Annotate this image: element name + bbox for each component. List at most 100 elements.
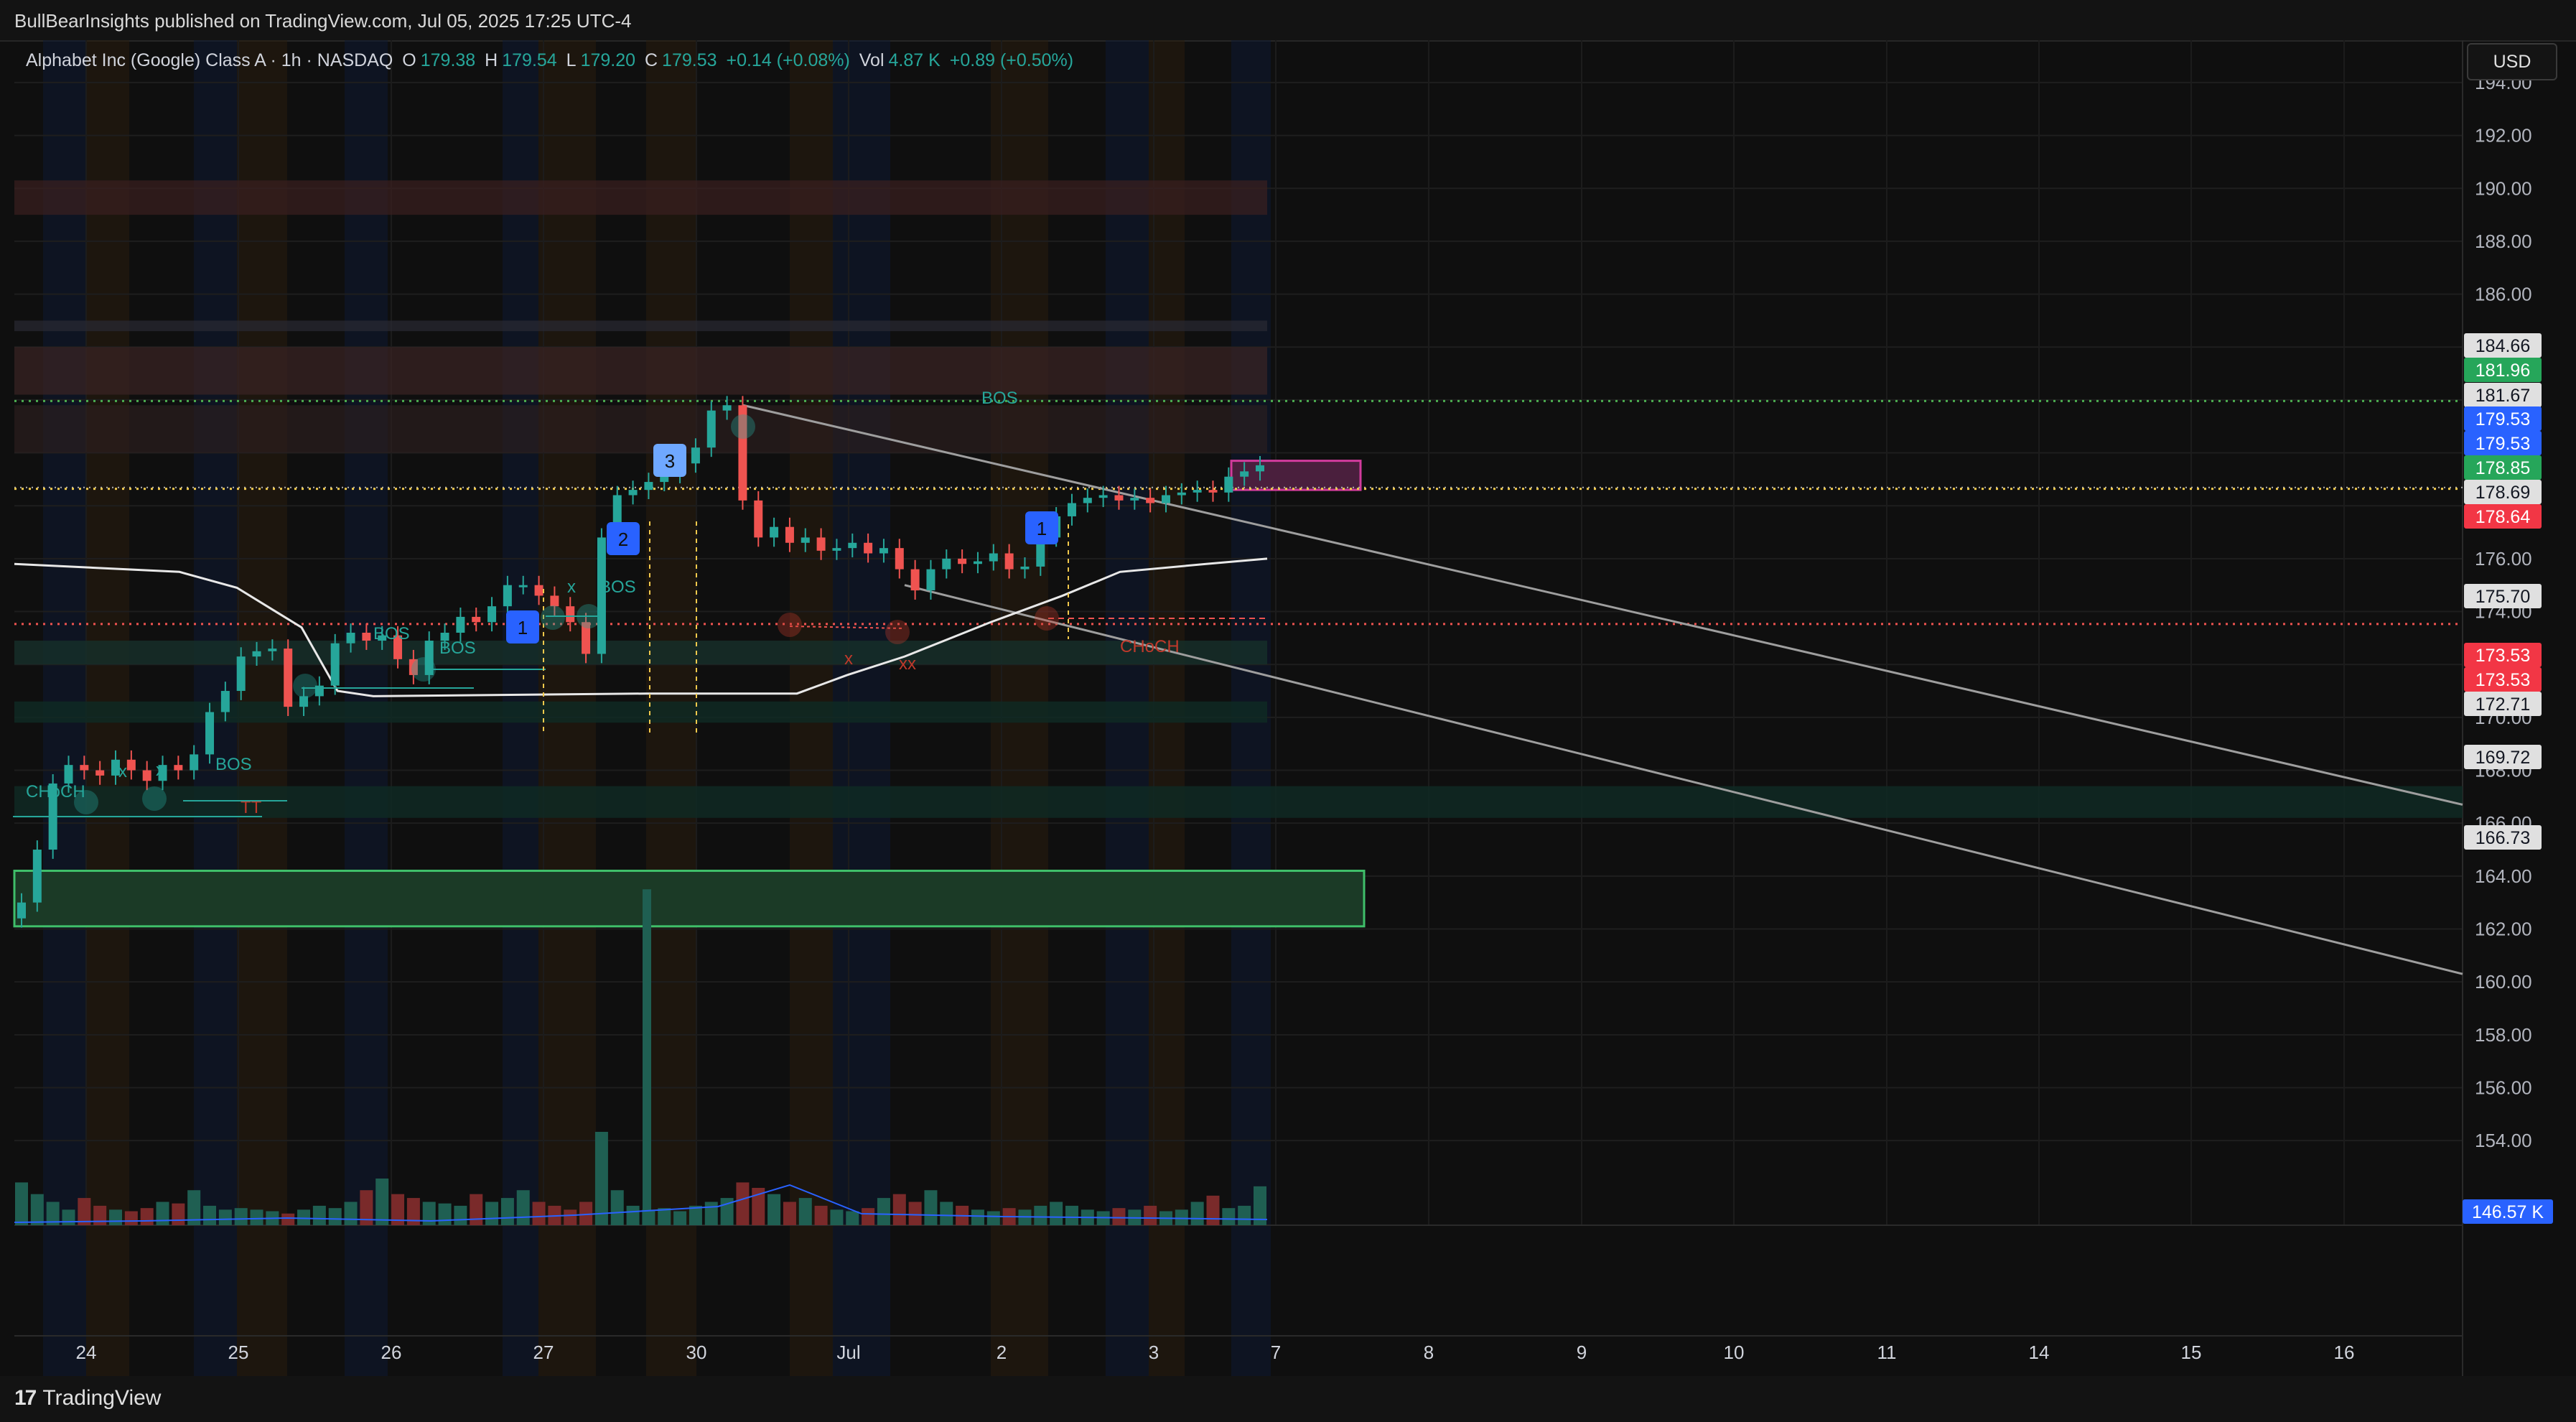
candle-body bbox=[550, 595, 559, 607]
y-tick-label: 158.00 bbox=[2475, 1024, 2532, 1046]
y-tick-label: 164.00 bbox=[2475, 865, 2532, 887]
zone bbox=[14, 180, 1267, 215]
zone bbox=[14, 320, 1267, 332]
candle-body bbox=[1020, 566, 1030, 570]
legend-change: +0.14 (+0.08%) bbox=[726, 50, 850, 70]
volume-bar bbox=[62, 1209, 75, 1225]
volume-bar bbox=[124, 1211, 138, 1225]
candle-body bbox=[628, 490, 638, 496]
volume-bar bbox=[1206, 1195, 1220, 1225]
swing-marker bbox=[885, 620, 910, 644]
candle-body bbox=[864, 542, 873, 554]
y-tick-label: 160.00 bbox=[2475, 971, 2532, 993]
volume-bar bbox=[500, 1198, 514, 1225]
price-label: 175.70 bbox=[2475, 587, 2530, 607]
candle-body bbox=[706, 410, 716, 448]
structure-label: x bbox=[156, 761, 164, 780]
legend-volume-label: Vol bbox=[859, 50, 885, 70]
volume-bar bbox=[454, 1205, 467, 1225]
wave-label: 1 bbox=[518, 617, 528, 638]
x-tick-label: 11 bbox=[1877, 1342, 1897, 1363]
chart-svg[interactable]: 194.00192.00190.00188.00186.00184.00182.… bbox=[0, 40, 2576, 1376]
volume-bar bbox=[109, 1209, 123, 1225]
wave-label: 2 bbox=[618, 529, 628, 550]
candle-body bbox=[346, 633, 355, 643]
volume-bar bbox=[610, 1190, 624, 1225]
candle-body bbox=[973, 561, 982, 564]
price-label: 179.53 bbox=[2475, 434, 2530, 454]
volume-bar bbox=[1222, 1208, 1236, 1225]
legend-symbol[interactable]: Alphabet Inc (Google) Class A · 1h · NAS… bbox=[26, 50, 393, 70]
price-label: 178.64 bbox=[2475, 507, 2531, 527]
volume-bar bbox=[375, 1179, 389, 1225]
volume-bar bbox=[673, 1211, 687, 1225]
swing-marker bbox=[541, 605, 565, 630]
candle-body bbox=[456, 616, 465, 633]
candle-body bbox=[910, 569, 920, 591]
y-tick-label: 156.00 bbox=[2475, 1077, 2532, 1098]
x-tick-label: 25 bbox=[228, 1342, 249, 1363]
volume-bar bbox=[532, 1202, 546, 1225]
currency-button[interactable]: USD bbox=[2467, 43, 2557, 80]
candle-body bbox=[252, 651, 261, 657]
volume-bar bbox=[814, 1205, 828, 1225]
volume-bar bbox=[846, 1211, 859, 1225]
candle-body bbox=[503, 585, 512, 607]
volume-bar bbox=[1034, 1205, 1047, 1225]
swing-marker bbox=[778, 613, 802, 637]
structure-label: x bbox=[118, 762, 127, 781]
legend-high: 179.54 bbox=[502, 50, 557, 70]
legend-low: 179.20 bbox=[580, 50, 636, 70]
y-tick-label: 190.00 bbox=[2475, 177, 2532, 199]
volume-label: 146.57 K bbox=[2472, 1202, 2544, 1222]
top-bar: BullBearInsights published on TradingVie… bbox=[0, 0, 2576, 42]
volume-bar bbox=[971, 1209, 984, 1225]
tradingview-logo[interactable]: 17 TradingView bbox=[14, 1386, 161, 1411]
legend-open: 179.38 bbox=[420, 50, 476, 70]
volume-bar bbox=[344, 1202, 358, 1225]
volume-bar bbox=[783, 1202, 796, 1225]
y-tick-label: 154.00 bbox=[2475, 1130, 2532, 1151]
volume-bar bbox=[234, 1208, 248, 1225]
volume-bar bbox=[1050, 1202, 1063, 1225]
volume-bar bbox=[203, 1205, 217, 1225]
candle-body bbox=[236, 656, 246, 692]
x-tick-label: 15 bbox=[2181, 1342, 2202, 1363]
candle-body bbox=[754, 500, 763, 538]
x-tick-label: 27 bbox=[533, 1342, 554, 1363]
chart-area[interactable]: 194.00192.00190.00188.00186.00184.00182.… bbox=[0, 40, 2576, 1376]
x-tick-label: 14 bbox=[2029, 1342, 2050, 1363]
price-label: 178.69 bbox=[2475, 483, 2530, 503]
candle-body bbox=[95, 770, 105, 776]
price-label: 184.66 bbox=[2475, 336, 2530, 356]
candle-body bbox=[80, 765, 89, 771]
ohlc-legend: Alphabet Inc (Google) Class A · 1h · NAS… bbox=[26, 50, 1078, 71]
volume-bar bbox=[140, 1208, 154, 1225]
candle-body bbox=[1208, 490, 1218, 493]
candle-body bbox=[785, 526, 794, 543]
volume-bar bbox=[1190, 1202, 1204, 1225]
volume-bar bbox=[422, 1202, 436, 1225]
candle-body bbox=[1256, 465, 1264, 472]
x-tick-label: Jul bbox=[836, 1342, 860, 1363]
candle-body bbox=[17, 902, 26, 919]
candle-body bbox=[770, 526, 779, 538]
candle-body bbox=[989, 553, 998, 562]
structure-label: xx bbox=[899, 654, 916, 674]
swing-marker bbox=[293, 674, 317, 698]
price-label: 169.72 bbox=[2475, 748, 2530, 768]
candle-body bbox=[64, 765, 73, 784]
volume-spike bbox=[643, 889, 651, 1225]
volume-bar bbox=[93, 1205, 107, 1225]
candle-body bbox=[816, 537, 826, 551]
structure-label: BOS bbox=[215, 755, 252, 774]
candle-body bbox=[284, 649, 293, 707]
volume-bar bbox=[516, 1190, 530, 1225]
y-tick-label: 192.00 bbox=[2475, 125, 2532, 147]
candle-body bbox=[268, 649, 277, 651]
volume-bar bbox=[1112, 1208, 1126, 1225]
y-tick-label: 162.00 bbox=[2475, 919, 2532, 940]
candle-body bbox=[942, 558, 951, 570]
wave-label: 3 bbox=[665, 450, 675, 472]
candle-body bbox=[1177, 492, 1186, 496]
